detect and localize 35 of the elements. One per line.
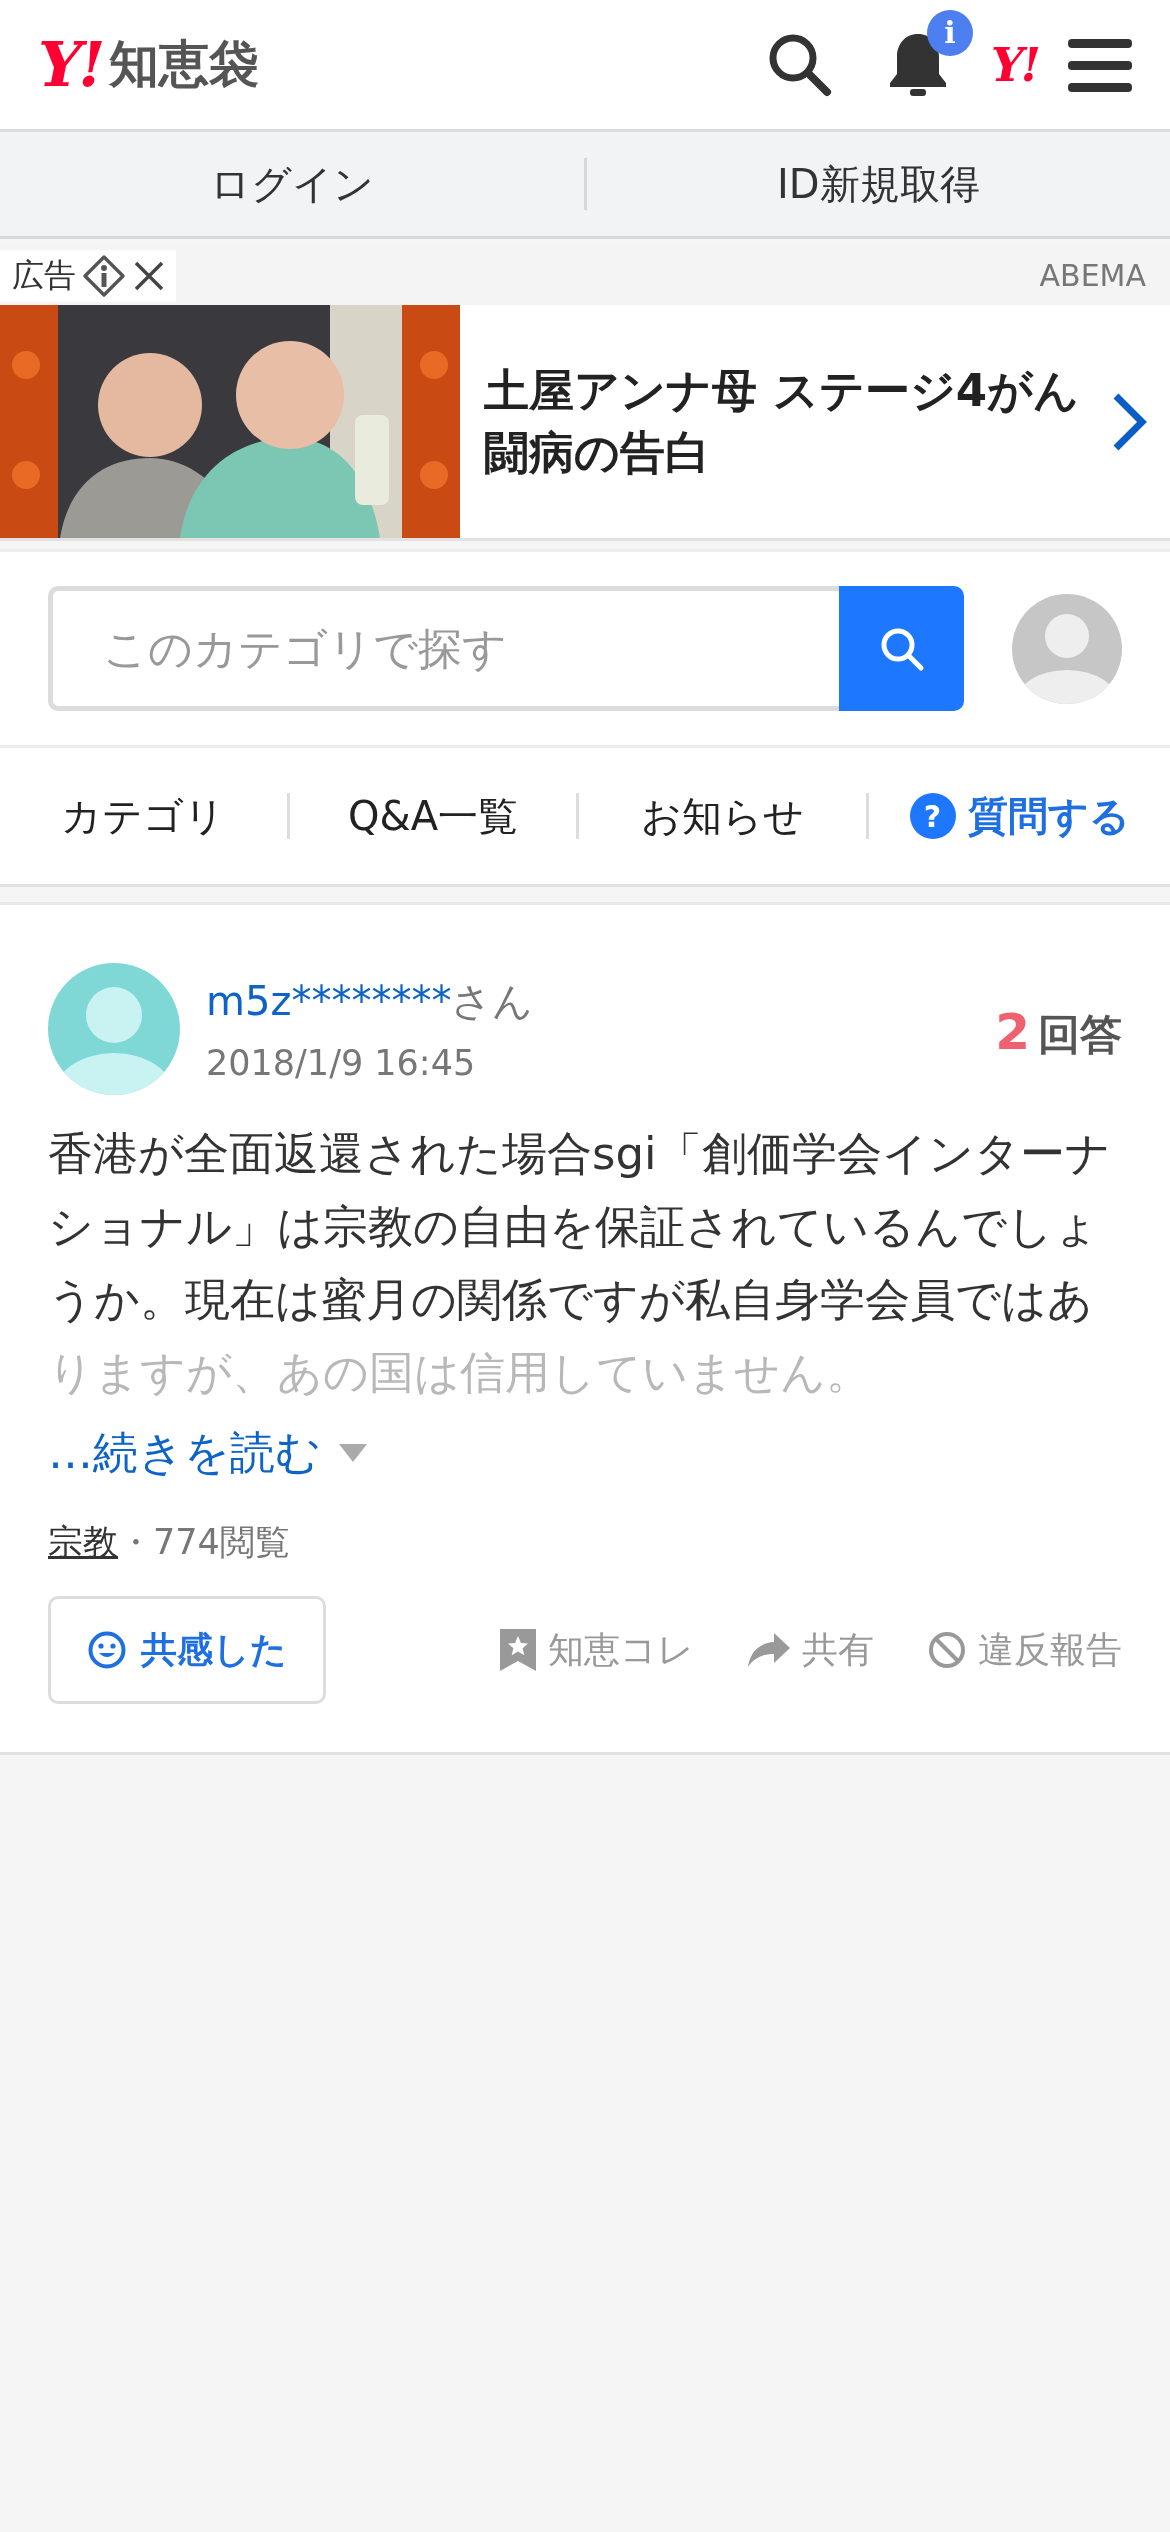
ask-question-link[interactable]: ? 質問する bbox=[869, 788, 1170, 844]
nav-tab[interactable]: お知らせ bbox=[579, 788, 866, 844]
smiley-icon bbox=[87, 1630, 127, 1670]
honorific: さん bbox=[451, 978, 534, 1024]
logo[interactable]: Y!知恵袋 bbox=[38, 28, 260, 101]
signup-link[interactable]: ID新規取得 bbox=[586, 156, 1170, 212]
view-count: 774閲覧 bbox=[153, 1521, 290, 1564]
notification-badge: i bbox=[926, 9, 973, 56]
question-icon: ? bbox=[909, 793, 956, 839]
nav-tab[interactable]: カテゴリ bbox=[0, 788, 287, 844]
share-arrow-icon bbox=[748, 1633, 790, 1667]
menu-icon[interactable] bbox=[1068, 36, 1132, 93]
close-icon[interactable] bbox=[132, 259, 166, 293]
separator: ・ bbox=[118, 1521, 153, 1564]
empathy-button[interactable]: 共感した bbox=[48, 1596, 326, 1704]
yahoo-link[interactable]: Y! bbox=[990, 37, 1038, 92]
info-icon[interactable] bbox=[82, 254, 126, 298]
read-more-link[interactable]: …続きを読む bbox=[48, 1423, 321, 1483]
search-button[interactable] bbox=[839, 586, 964, 711]
prohibited-icon bbox=[928, 1631, 966, 1669]
ad-headline[interactable]: 土屋アンナ母 ステージ4がん闘病の告白 bbox=[460, 359, 1110, 484]
bookmark-icon bbox=[500, 1629, 536, 1671]
service-name: 知恵袋 bbox=[109, 34, 260, 95]
logo-mark: Y! bbox=[38, 28, 102, 101]
question-text: 香港が全面返還された場合sgi「創価学会インターナショナル」は宗教の自由を保証されているんでしょうか。現在は蜜月の関係ですが私自身学会員ではありますが、あの国は信用していません。 bbox=[48, 1126, 1112, 1401]
answer-label: 回答 bbox=[1038, 1009, 1122, 1061]
search-field[interactable]: このカテゴリで探す bbox=[48, 586, 839, 711]
ad-label: 広告 bbox=[12, 255, 76, 296]
user-name[interactable]: m5z******** bbox=[206, 978, 452, 1024]
post-date: 2018/1/9 16:45 bbox=[206, 1043, 477, 1083]
answer-count: 2 bbox=[995, 1003, 1030, 1061]
advertiser-name: ABEMA bbox=[1039, 257, 1147, 293]
category-link[interactable]: 宗教 bbox=[48, 1519, 118, 1566]
login-link[interactable]: ログイン bbox=[0, 156, 584, 212]
nav-tab[interactable]: Q&A一覧 bbox=[289, 788, 577, 844]
